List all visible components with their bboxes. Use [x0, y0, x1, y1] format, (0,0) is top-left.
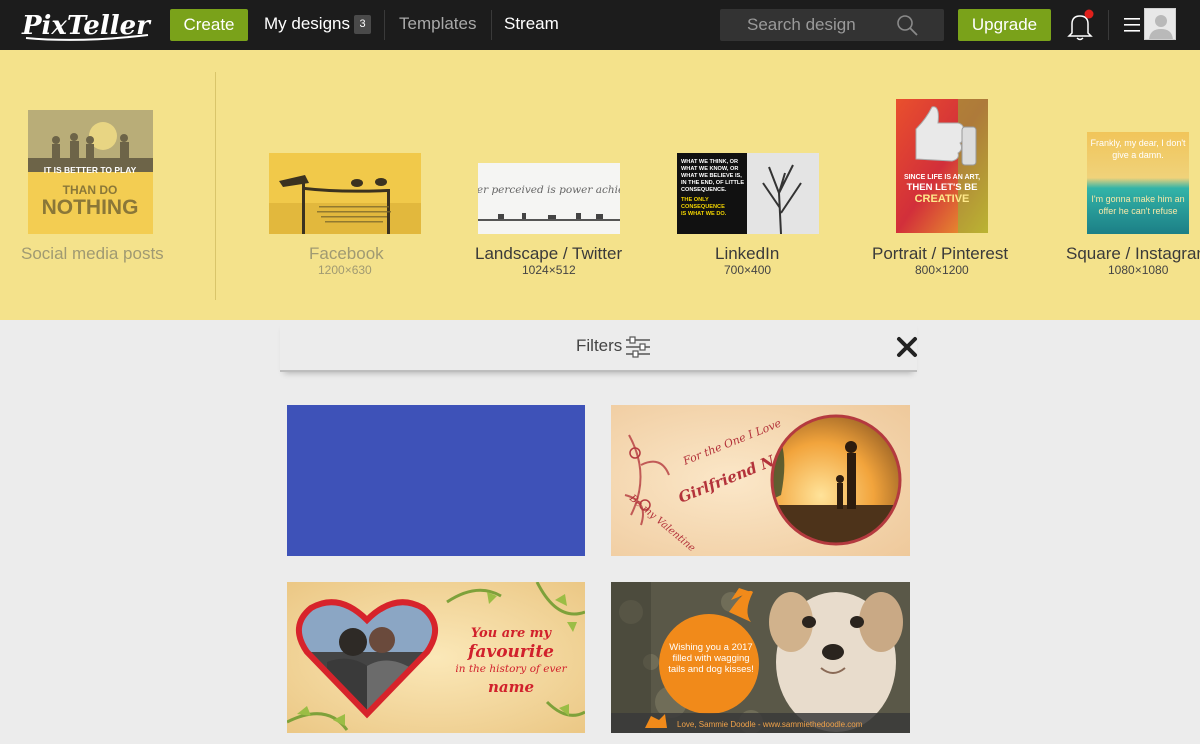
- design-card-favourite[interactable]: You are my favourite in the history of e…: [287, 582, 585, 733]
- filters-toggle-label[interactable]: Filters: [576, 336, 622, 356]
- format-thumb-text: Power perceived is power achieved: [478, 184, 620, 196]
- format-thumb-landscape-twitter[interactable]: Power perceived is power achieved: [478, 163, 620, 234]
- svg-text:CREATIVE: CREATIVE: [915, 193, 970, 205]
- svg-text:CONSEQUENCE: CONSEQUENCE: [681, 204, 725, 210]
- user-placeholder-icon: [1149, 15, 1173, 39]
- format-thumb-square-instagram[interactable]: Frankly, my dear, I don't give a damn. I…: [1087, 132, 1189, 234]
- svg-text:IT IS BETTER TO PLAY: IT IS BETTER TO PLAY: [44, 165, 137, 175]
- nav-separator: [491, 10, 492, 40]
- svg-text:THEN LET'S BE: THEN LET'S BE: [907, 182, 978, 193]
- top-navigation-bar: PixTeller Create My designs 3 Templates …: [0, 0, 1200, 50]
- hamburger-menu-icon[interactable]: [1124, 15, 1142, 35]
- card-text-line3: in the history of ever: [455, 663, 567, 675]
- search-input[interactable]: [720, 9, 900, 41]
- my-designs-count-badge: 3: [354, 15, 371, 34]
- svg-text:give a damn.: give a damn.: [1112, 150, 1164, 160]
- format-label-linkedin[interactable]: LinkedIn: [715, 244, 779, 264]
- card-footer-text: Love, Sammie Doodle - www.sammiethedoodl…: [677, 720, 863, 729]
- search-icon[interactable]: [895, 13, 919, 37]
- format-size-linkedin: 700×400: [724, 263, 772, 277]
- format-label-landscape-twitter[interactable]: Landscape / Twitter: [475, 244, 622, 264]
- format-label-square-instagram[interactable]: Square / Instagram: [1066, 244, 1200, 264]
- nav-separator: [384, 10, 385, 40]
- format-size-square-instagram: 1080×1080: [1108, 263, 1169, 277]
- nav-templates[interactable]: Templates: [399, 0, 476, 50]
- format-label-social-media-posts[interactable]: Social media posts: [21, 244, 164, 264]
- design-card-girlfriend[interactable]: For the One I Love Girlfriend Name Be my…: [611, 405, 910, 556]
- design-card-dog[interactable]: Wishing you a 2017 filled with wagging t…: [611, 582, 910, 733]
- format-thumb-linkedin[interactable]: WHAT WE THINK, OR WHAT WE KNOW, OR WHAT …: [677, 153, 819, 234]
- pixteller-logo[interactable]: PixTeller: [20, 5, 152, 43]
- card-bubble-text: Wishing you a 2017 filled with wagging t…: [668, 642, 754, 675]
- close-icon[interactable]: [895, 335, 919, 359]
- upgrade-button[interactable]: Upgrade: [958, 9, 1051, 41]
- card-text-line1: You are my: [471, 626, 553, 641]
- svg-text:Frankly, my dear, I don't: Frankly, my dear, I don't: [1090, 138, 1186, 148]
- format-size-portrait-pinterest: 800×1200: [915, 263, 969, 277]
- card-text-line4: name: [488, 678, 534, 696]
- notification-bell-icon[interactable]: [1064, 9, 1096, 41]
- svg-text:offer he can't refuse: offer he can't refuse: [1098, 206, 1177, 216]
- format-selector-strip: IT IS BETTER TO PLAY THAN DO NOTHING Soc…: [0, 50, 1200, 320]
- svg-text:WHAT WE THINK, OR: WHAT WE THINK, OR: [681, 159, 738, 165]
- format-label-facebook[interactable]: Facebook: [309, 244, 384, 264]
- format-thumb-facebook[interactable]: [269, 153, 421, 234]
- format-divider: [215, 72, 216, 300]
- svg-text:IS WHAT WE DO.: IS WHAT WE DO.: [681, 211, 727, 217]
- nav-my-designs[interactable]: My designs: [264, 0, 350, 50]
- nav-stream[interactable]: Stream: [504, 0, 559, 50]
- svg-text:SINCE LIFE IS AN ART,: SINCE LIFE IS AN ART,: [904, 174, 980, 181]
- notification-dot: [1084, 9, 1094, 19]
- format-size-facebook: 1200×630: [318, 263, 372, 277]
- svg-text:THAN DO: THAN DO: [63, 183, 118, 197]
- svg-text:IN THE END, OF LITTLE: IN THE END, OF LITTLE: [681, 180, 744, 186]
- svg-text:THE ONLY: THE ONLY: [681, 197, 709, 203]
- design-card-blue[interactable]: [287, 405, 585, 556]
- svg-text:WHAT WE BELIEVE IS,: WHAT WE BELIEVE IS,: [681, 173, 742, 179]
- svg-text:I'm gonna make him an: I'm gonna make him an: [1091, 194, 1184, 204]
- svg-text:NOTHING: NOTHING: [42, 196, 139, 219]
- format-thumb-portrait-pinterest[interactable]: SINCE LIFE IS AN ART, THEN LET'S BE CREA…: [896, 99, 988, 233]
- filters-bar: Filters: [280, 320, 917, 372]
- svg-text:WHAT WE KNOW, OR: WHAT WE KNOW, OR: [681, 166, 738, 172]
- format-label-portrait-pinterest[interactable]: Portrait / Pinterest: [872, 244, 1008, 264]
- card-text-line2: favourite: [467, 642, 554, 662]
- user-avatar[interactable]: [1144, 8, 1176, 40]
- format-thumb-social-media-posts[interactable]: IT IS BETTER TO PLAY THAN DO NOTHING: [28, 110, 153, 234]
- svg-text:CONSEQUENCE.: CONSEQUENCE.: [681, 187, 727, 193]
- nav-separator: [1108, 10, 1109, 40]
- create-button[interactable]: Create: [170, 9, 248, 41]
- format-size-landscape-twitter: 1024×512: [522, 263, 576, 277]
- sliders-icon[interactable]: [626, 336, 650, 358]
